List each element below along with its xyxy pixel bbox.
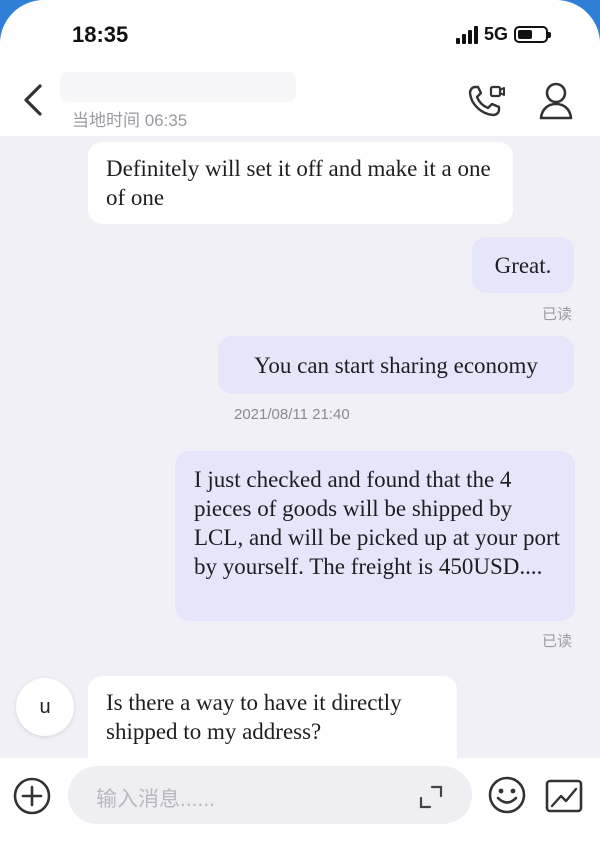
battery-icon <box>514 26 551 43</box>
message-text: I just checked and found that the 4 piec… <box>194 467 561 579</box>
message-bubble-outgoing[interactable]: Great. <box>472 237 574 293</box>
message-bubble-incoming[interactable]: Definitely will set it off and make it a… <box>88 142 513 224</box>
send-image-button[interactable] <box>544 776 584 816</box>
add-attachment-button[interactable] <box>12 776 52 816</box>
image-icon <box>545 779 583 813</box>
message-text: You can start sharing economy <box>254 353 538 378</box>
emoji-button[interactable] <box>486 774 528 816</box>
message-list[interactable]: Definitely will set it off and make it a… <box>0 136 600 760</box>
status-time: 18:35 <box>72 22 129 47</box>
expand-icon <box>419 785 443 809</box>
network-type: 5G <box>483 24 508 44</box>
avatar[interactable]: u <box>16 678 74 736</box>
emoji-icon <box>488 776 526 814</box>
avatar-letter: u <box>39 695 51 718</box>
expand-input-button[interactable] <box>418 784 444 810</box>
plus-icon <box>13 777 51 815</box>
video-call-icon <box>468 85 505 117</box>
signal-icon <box>455 25 478 44</box>
message-input-placeholder: 输入消息...... <box>96 788 216 811</box>
video-call-button[interactable] <box>466 82 506 120</box>
message-text: Definitely will set it off and make it a… <box>106 156 491 210</box>
phone-screen: 18:35 5G 当地时间 06:35 Definitely will set … <box>0 0 600 841</box>
contact-name-redacted <box>60 72 296 102</box>
message-text: Great. <box>494 253 552 278</box>
status-bar: 18:35 5G <box>0 0 600 68</box>
message-timestamp: 2021/08/11 21:40 <box>234 406 350 423</box>
message-bubble-outgoing[interactable]: You can start sharing economy <box>218 336 574 394</box>
status-indicators: 5G <box>455 24 551 45</box>
message-bubble-incoming[interactable]: Is there a way to have it directly shipp… <box>88 676 457 760</box>
message-text: Is there a way to have it directly shipp… <box>106 690 402 744</box>
chat-header: 当地时间 06:35 <box>0 68 600 136</box>
read-receipt: 已读 <box>542 306 573 323</box>
message-input[interactable]: 输入消息...... <box>68 766 472 824</box>
back-chevron-icon <box>24 84 42 116</box>
read-receipt: 已读 <box>542 633 573 650</box>
back-button[interactable] <box>18 80 52 120</box>
local-time: 当地时间 06:35 <box>72 111 188 130</box>
profile-button[interactable] <box>536 80 576 122</box>
composer-bar: 输入消息...... <box>0 758 600 841</box>
message-bubble-outgoing[interactable]: I just checked and found that the 4 piec… <box>175 451 575 621</box>
profile-icon <box>539 82 573 120</box>
